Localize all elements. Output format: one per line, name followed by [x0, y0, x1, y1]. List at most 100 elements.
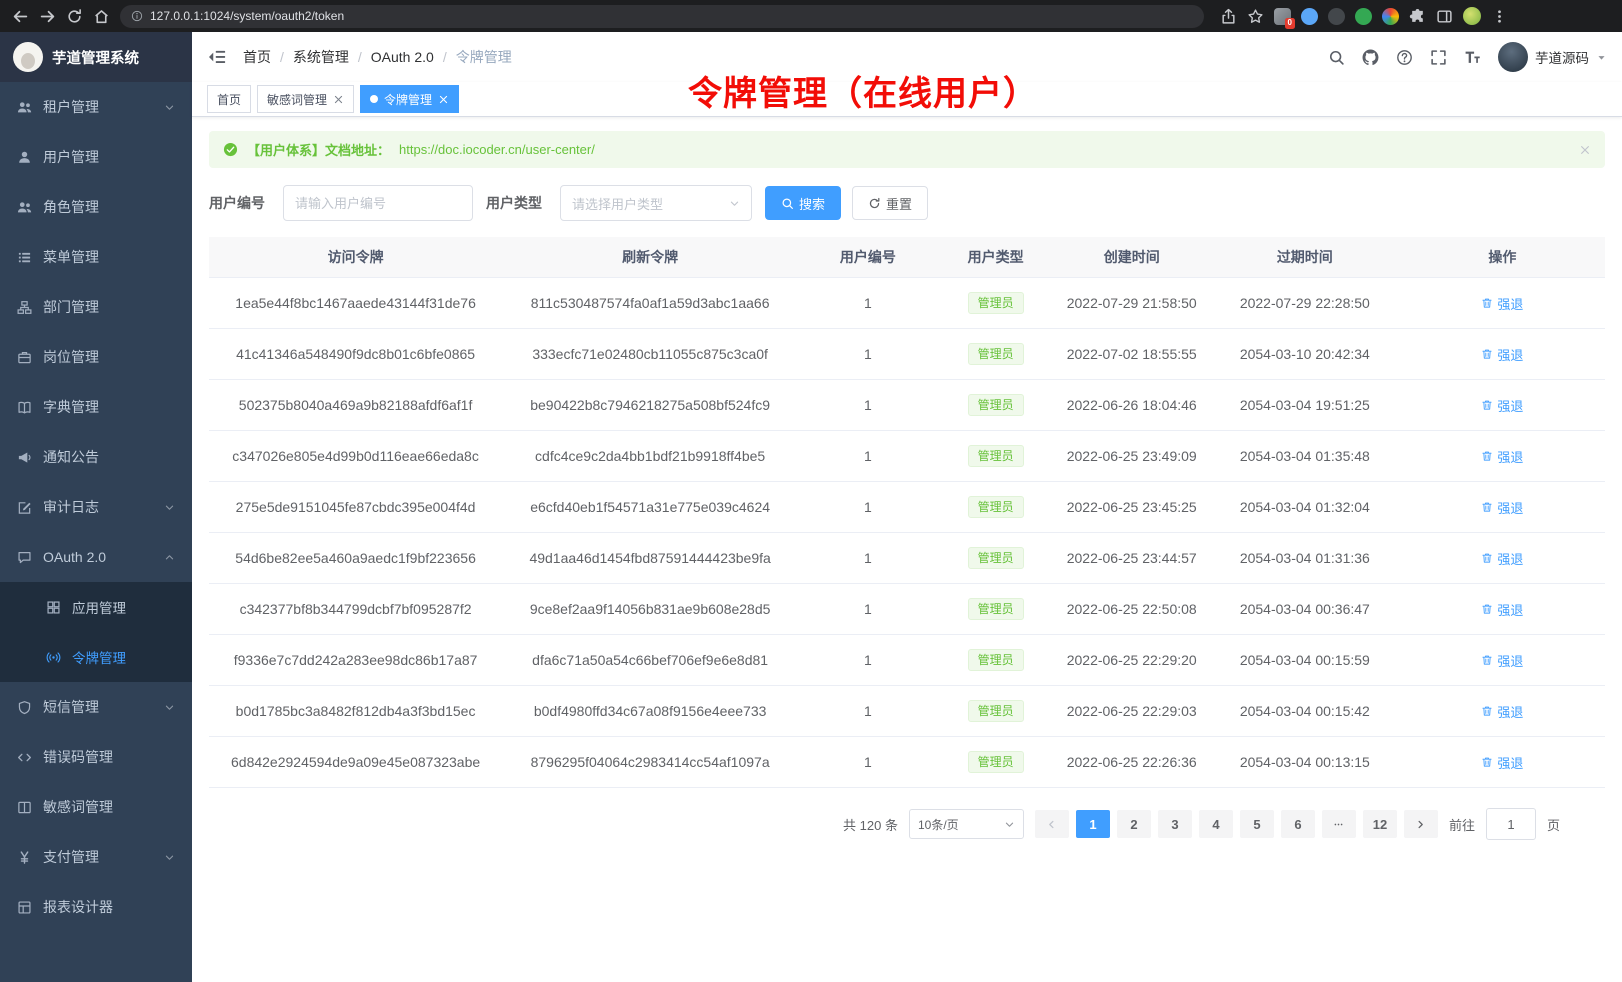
column-header: 创建时间: [1054, 237, 1210, 278]
page-button-6[interactable]: 6: [1281, 810, 1315, 838]
sidebar-item-tenant[interactable]: 租户管理: [0, 82, 192, 132]
user-type-select[interactable]: 请选择用户类型: [560, 185, 752, 221]
browser-menu-icon[interactable]: [1491, 8, 1508, 25]
prev-page-button[interactable]: [1035, 810, 1069, 838]
page-button-12[interactable]: 12: [1363, 810, 1397, 838]
page-button-5[interactable]: 5: [1240, 810, 1274, 838]
doc-link[interactable]: https://doc.iocoder.cn/user-center/: [399, 142, 595, 157]
sidebar-item-report-designer[interactable]: 报表设计器: [0, 882, 192, 932]
page-button-2[interactable]: 2: [1117, 810, 1151, 838]
sidebar-toggle-icon[interactable]: [207, 47, 227, 67]
ellipsis-icon: [1333, 819, 1344, 830]
force-logout-button[interactable]: 强退: [1481, 600, 1523, 619]
chevron-down-icon: [1004, 819, 1015, 830]
breadcrumb-item[interactable]: 首页: [243, 47, 271, 67]
tab-home[interactable]: 首页: [207, 85, 251, 113]
chevron-down-icon: [729, 198, 740, 209]
sidebar-item-notice[interactable]: 通知公告: [0, 432, 192, 482]
browser-home-icon[interactable]: [93, 8, 110, 25]
sidebar-item-error-code[interactable]: 错误码管理: [0, 732, 192, 782]
trash-icon: [1481, 297, 1493, 309]
search-button[interactable]: 搜索: [765, 186, 841, 220]
github-icon[interactable]: [1362, 49, 1379, 66]
extension-icon-4[interactable]: [1355, 8, 1372, 25]
sidebar-item-label: 错误码管理: [43, 747, 113, 767]
extension-icon-5[interactable]: [1382, 8, 1399, 25]
help-icon[interactable]: [1396, 49, 1413, 66]
app-icon: [46, 600, 61, 615]
browser-profile-avatar[interactable]: [1463, 7, 1481, 25]
table-row: 41c41346a548490f9dc8b01c6bfe0865333ecfc7…: [209, 329, 1605, 380]
user-id-input[interactable]: [283, 185, 473, 221]
cell-expire-time: 2054-03-04 00:36:47: [1210, 584, 1400, 635]
cell-create-time: 2022-06-25 23:49:09: [1054, 431, 1210, 482]
sidebar-item-role[interactable]: 角色管理: [0, 182, 192, 232]
page-button-4[interactable]: 4: [1199, 810, 1233, 838]
pager-ellipsis[interactable]: [1322, 810, 1356, 838]
force-logout-button[interactable]: 强退: [1481, 753, 1523, 772]
alert-text: 【用户体系】文档地址：: [247, 140, 390, 159]
extension-icon-1[interactable]: 0: [1274, 8, 1291, 25]
browser-reload-icon[interactable]: [66, 8, 83, 25]
bookmark-star-icon[interactable]: [1247, 8, 1264, 25]
tab-token[interactable]: 令牌管理: [360, 85, 459, 113]
sidebar-item-sms[interactable]: 短信管理: [0, 682, 192, 732]
breadcrumb-item[interactable]: OAuth 2.0: [371, 49, 434, 65]
site-info-icon[interactable]: [131, 10, 143, 22]
side-panel-icon[interactable]: [1436, 8, 1453, 25]
user-type-badge: 管理员: [968, 343, 1024, 365]
sidebar-item-dept[interactable]: 部门管理: [0, 282, 192, 332]
sidebar-item-menu[interactable]: 菜单管理: [0, 232, 192, 282]
extension-icon-3[interactable]: [1328, 8, 1345, 25]
sidebar-item-oauth2[interactable]: OAuth 2.0: [0, 532, 192, 582]
breadcrumb-item: 令牌管理: [456, 47, 512, 67]
tab-sensitive-word[interactable]: 敏感词管理: [257, 85, 354, 113]
force-logout-button[interactable]: 强退: [1481, 396, 1523, 415]
force-logout-button[interactable]: 强退: [1481, 651, 1523, 670]
browser-address-bar[interactable]: 127.0.0.1:1024/system/oauth2/token: [120, 5, 1204, 28]
header-search-icon[interactable]: [1328, 49, 1345, 66]
browser-forward-icon[interactable]: [39, 8, 56, 25]
fullscreen-icon[interactable]: [1430, 49, 1447, 66]
goto-page-input[interactable]: [1486, 808, 1536, 840]
sidebar-item-user[interactable]: 用户管理: [0, 132, 192, 182]
user-id-label: 用户编号: [209, 193, 265, 213]
extension-icon-2[interactable]: [1301, 8, 1318, 25]
extensions-puzzle-icon[interactable]: [1409, 8, 1426, 25]
reset-button[interactable]: 重置: [852, 186, 928, 220]
next-page-button[interactable]: [1404, 810, 1438, 838]
page-size-select[interactable]: 10条/页: [909, 809, 1024, 839]
sidebar-item-oauth2-token[interactable]: 令牌管理: [0, 632, 192, 682]
cell-refresh-token: 333ecfc71e02480cb11055c875c3ca0f: [502, 329, 798, 380]
sidebar-item-label: 应用管理: [72, 597, 126, 617]
force-logout-button[interactable]: 强退: [1481, 294, 1523, 313]
sidebar-item-audit-log[interactable]: 审计日志: [0, 482, 192, 532]
sidebar-item-pay[interactable]: 支付管理: [0, 832, 192, 882]
cell-access-token: c342377bf8b344799dcbf7bf095287f2: [209, 584, 502, 635]
annotation-text: 令牌管理（在线用户）: [688, 66, 1038, 115]
font-size-icon[interactable]: [1464, 49, 1481, 66]
alert-close-icon[interactable]: [1579, 144, 1591, 156]
sidebar-item-dict[interactable]: 字典管理: [0, 382, 192, 432]
user-menu[interactable]: 芋道源码: [1498, 42, 1607, 72]
browser-back-icon[interactable]: [12, 8, 29, 25]
cell-user-id: 1: [798, 278, 938, 329]
page-button-3[interactable]: 3: [1158, 810, 1192, 838]
force-logout-button[interactable]: 强退: [1481, 447, 1523, 466]
trash-icon: [1481, 654, 1493, 666]
sidebar-item-oauth2-app[interactable]: 应用管理: [0, 582, 192, 632]
breadcrumb-item[interactable]: 系统管理: [293, 47, 349, 67]
column-header: 访问令牌: [209, 237, 502, 278]
sidebar-item-sensitive-word[interactable]: 敏感词管理: [0, 782, 192, 832]
page-button-1[interactable]: 1: [1076, 810, 1110, 838]
table-row: c342377bf8b344799dcbf7bf095287f29ce8ef2a…: [209, 584, 1605, 635]
force-logout-button[interactable]: 强退: [1481, 498, 1523, 517]
sidebar-item-post[interactable]: 岗位管理: [0, 332, 192, 382]
user-type-label: 用户类型: [486, 193, 542, 213]
force-logout-button[interactable]: 强退: [1481, 702, 1523, 721]
share-icon[interactable]: [1220, 8, 1237, 25]
table-row: f9336e7c7dd242a283ee98dc86b17a87dfa6c71a…: [209, 635, 1605, 686]
force-logout-button[interactable]: 强退: [1481, 345, 1523, 364]
sidebar-item-label: 租户管理: [43, 97, 99, 117]
force-logout-button[interactable]: 强退: [1481, 549, 1523, 568]
